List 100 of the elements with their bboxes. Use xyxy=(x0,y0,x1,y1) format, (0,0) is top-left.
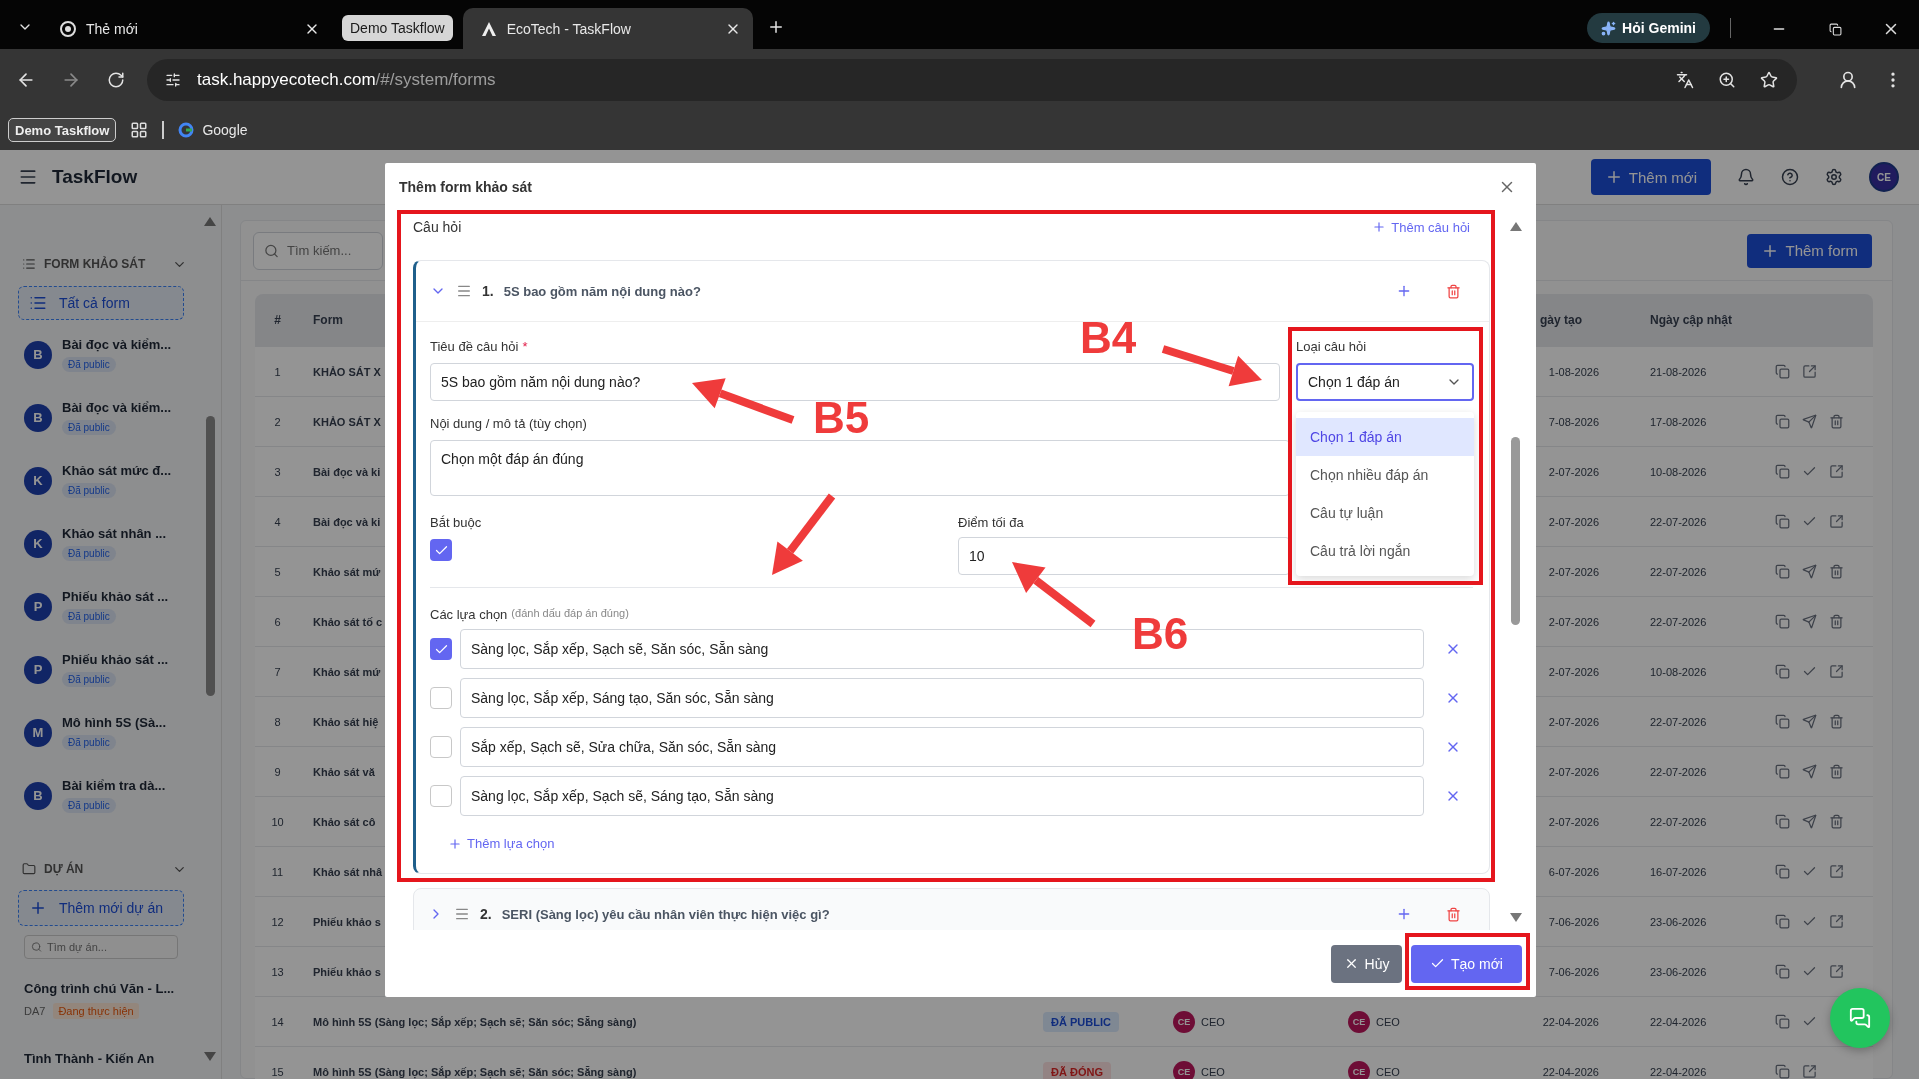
dropdown-option[interactable]: Câu trả lời ngắn xyxy=(1296,532,1474,570)
copy-icon[interactable] xyxy=(1775,864,1790,879)
input-field[interactable]: 5S bao gồm năm nội dung nào? xyxy=(430,363,1280,401)
copy-icon[interactable] xyxy=(1775,764,1790,779)
scroll-down-icon[interactable] xyxy=(204,1052,217,1061)
drag-handle-icon[interactable] xyxy=(454,906,470,922)
send-icon[interactable] xyxy=(1802,764,1817,779)
scroll-up-icon[interactable] xyxy=(1509,222,1522,231)
external-link-icon[interactable] xyxy=(1829,514,1844,529)
add-question-link[interactable]: Thêm câu hỏi xyxy=(1372,219,1470,235)
send-icon[interactable] xyxy=(1802,614,1817,629)
external-link-icon[interactable] xyxy=(1829,464,1844,479)
checkbox[interactable] xyxy=(430,736,452,758)
add-project-button[interactable]: Thêm mới dự án xyxy=(18,890,184,926)
scrollbar-thumb[interactable] xyxy=(1511,437,1520,625)
browser-tab[interactable]: Thẻ mới xyxy=(42,8,332,49)
trash-icon[interactable] xyxy=(1829,714,1844,729)
drag-handle-icon[interactable] xyxy=(456,283,472,299)
form-title[interactable]: Phiếu khảo sát ... xyxy=(62,589,169,604)
bookmark-group-chip[interactable]: Demo Taskflow xyxy=(8,118,117,142)
restore-icon[interactable] xyxy=(1828,22,1842,36)
bookmark-link[interactable]: Google xyxy=(202,122,248,138)
add-form-button[interactable]: Thêm form xyxy=(1747,233,1872,268)
zoom-icon[interactable] xyxy=(1718,70,1736,89)
project-name[interactable]: Tình Thành - Kiến An xyxy=(18,1051,155,1066)
copy-icon[interactable] xyxy=(1775,814,1790,829)
input-field[interactable]: Sắp xếp, Sạch sẽ, Sửa chữa, Săn sóc, Sẵn sàng xyxy=(460,727,1424,767)
copy-icon[interactable] xyxy=(1775,614,1790,629)
input-field[interactable]: Sàng lọc, Sắp xếp, Sáng tạo, Săn sóc, Sẵn sàng xyxy=(460,678,1424,718)
browser-tab[interactable]: EcoTech - TaskFlow xyxy=(462,8,753,49)
trash-icon[interactable] xyxy=(1829,814,1844,829)
site-favicon-icon[interactable] xyxy=(178,122,195,138)
external-link-icon[interactable] xyxy=(1802,364,1817,379)
input-field[interactable]: 10 xyxy=(958,537,1290,575)
checkbox[interactable] xyxy=(430,539,452,561)
copy-icon[interactable] xyxy=(1775,714,1790,729)
scrollbar-thumb[interactable] xyxy=(205,416,215,696)
form-title[interactable]: Khảo sát mức đ... xyxy=(62,463,172,478)
trash-icon[interactable] xyxy=(1829,414,1844,429)
translate-icon[interactable] xyxy=(1676,70,1694,89)
site-settings-icon[interactable] xyxy=(165,71,181,88)
external-link-icon[interactable] xyxy=(1829,964,1844,979)
settings-icon[interactable] xyxy=(1825,168,1843,186)
dropdown-option[interactable]: Chọn nhiều đáp án xyxy=(1296,456,1474,494)
send-icon[interactable] xyxy=(1802,564,1817,579)
copy-icon[interactable] xyxy=(1775,964,1790,979)
all-forms-button[interactable]: Tất cả form xyxy=(18,286,184,320)
scroll-up-icon[interactable] xyxy=(204,217,217,226)
external-link-icon[interactable] xyxy=(1802,1064,1817,1079)
tab-group-chip[interactable]: Demo Taskflow xyxy=(342,15,453,41)
help-icon[interactable] xyxy=(1781,168,1799,186)
select-field[interactable]: Chọn 1 đáp án xyxy=(1296,363,1474,401)
reload-icon[interactable] xyxy=(107,70,125,89)
copy-icon[interactable] xyxy=(1775,1014,1790,1029)
plus-icon[interactable] xyxy=(1396,906,1412,922)
copy-icon[interactable] xyxy=(1775,664,1790,679)
dropdown-option[interactable]: Câu tự luận xyxy=(1296,494,1474,532)
gemini-button[interactable]: Hỏi Gemini xyxy=(1587,13,1710,43)
external-link-icon[interactable] xyxy=(1829,864,1844,879)
cancel-button[interactable]: Hủy xyxy=(1331,944,1402,983)
search-field[interactable]: Tìm kiếm... xyxy=(253,231,383,270)
trash-icon[interactable] xyxy=(1446,906,1461,922)
form-title[interactable]: Bài đọc và kiểm... xyxy=(62,400,172,415)
trash-icon[interactable] xyxy=(1829,614,1844,629)
input-field[interactable]: Sàng lọc, Sắp xếp, Sạch sẽ, Sáng tạo, Sẵn sàng xyxy=(460,776,1424,816)
form-title[interactable]: Khảo sát nhân ... xyxy=(62,526,166,541)
dropdown-option[interactable]: Chọn 1 đáp án xyxy=(1296,418,1474,456)
copy-icon[interactable] xyxy=(1775,514,1790,529)
star-icon[interactable] xyxy=(1760,70,1778,89)
send-icon[interactable] xyxy=(1802,414,1817,429)
form-title[interactable]: Bài đọc và kiểm... xyxy=(62,337,172,352)
trash-icon[interactable] xyxy=(1829,564,1844,579)
apps-grid-icon[interactable] xyxy=(130,121,149,139)
copy-icon[interactable] xyxy=(1775,364,1790,379)
copy-icon[interactable] xyxy=(1775,414,1790,429)
send-icon[interactable] xyxy=(1802,714,1817,729)
trash-icon[interactable] xyxy=(1829,764,1844,779)
project-name[interactable]: Công trình chú Văn - L... xyxy=(18,981,175,996)
scroll-down-icon[interactable] xyxy=(1509,913,1522,922)
send-icon[interactable] xyxy=(1802,814,1817,829)
profile-icon[interactable] xyxy=(1838,69,1858,90)
copy-icon[interactable] xyxy=(1775,914,1790,929)
project-search-field[interactable]: Tìm dự án... xyxy=(24,935,178,959)
checkbox[interactable] xyxy=(430,687,452,709)
form-title[interactable]: Mô hình 5S (Sà... xyxy=(62,715,166,730)
create-button[interactable]: Tạo mới xyxy=(1411,944,1522,983)
text-area[interactable]: Chọn một đáp án đúng xyxy=(430,440,1290,496)
user-avatar[interactable]: CE xyxy=(1869,162,1899,192)
add-choice-link[interactable]: Thêm lựa chọn xyxy=(448,836,555,851)
form-title[interactable]: Phiếu khảo sát ... xyxy=(62,652,169,667)
checkbox[interactable] xyxy=(430,638,452,660)
checkbox[interactable] xyxy=(430,785,452,807)
add-new-button[interactable]: Thêm mới xyxy=(1590,159,1711,195)
address-bar[interactable]: task.happyecotech.com/#/system/forms xyxy=(147,58,1797,101)
copy-icon[interactable] xyxy=(1775,564,1790,579)
copy-icon[interactable] xyxy=(1775,464,1790,479)
trash-icon[interactable] xyxy=(1446,283,1461,299)
external-link-icon[interactable] xyxy=(1829,664,1844,679)
external-link-icon[interactable] xyxy=(1829,914,1844,929)
menu-icon[interactable] xyxy=(18,167,38,187)
